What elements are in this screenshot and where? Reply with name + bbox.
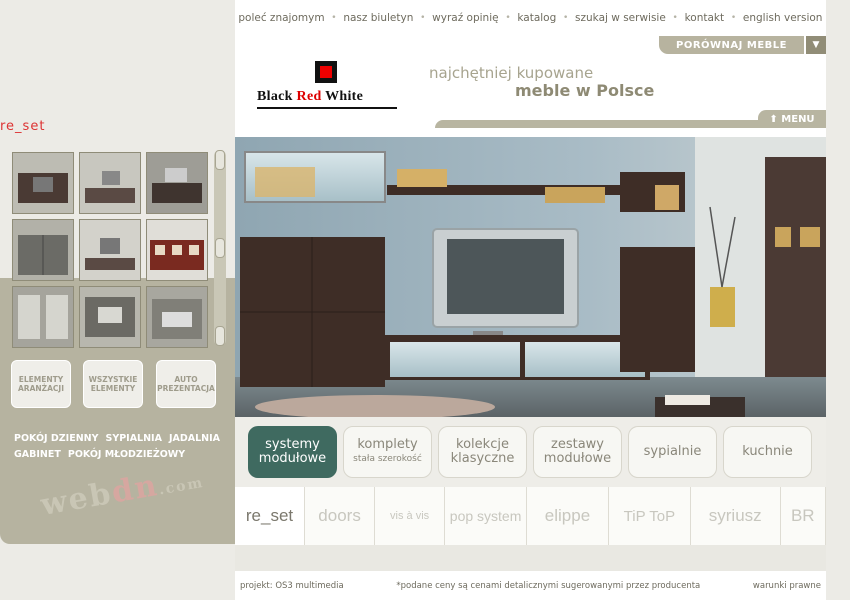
thumbnail[interactable] (146, 152, 208, 214)
room-links: POKÓJ DZIENNY SYPIALNIA JADALNIA GABINET PO… (14, 431, 224, 463)
slogan-line-2: meble w Polsce (515, 81, 655, 100)
nav-separator: • (420, 13, 426, 23)
thumbnail[interactable] (79, 152, 141, 214)
brand-pop-system[interactable]: pop system (445, 487, 528, 545)
nav-recommend[interactable]: poleć znajomym (238, 12, 324, 24)
category-bar: systemy modułowe komplety stała szerokość … (235, 417, 826, 487)
room-dining[interactable]: JADALNIA (169, 433, 220, 444)
thumbnail[interactable] (79, 219, 141, 281)
menu-button[interactable]: ⬆ MENU (758, 110, 826, 128)
collection-title: re_set (0, 119, 46, 134)
room-bedroom[interactable]: SYPIALNIA (105, 433, 161, 444)
footer-legal-link[interactable]: warunki prawne (753, 581, 821, 591)
nav-catalog[interactable]: katalog (517, 12, 556, 24)
scroll-up-handle[interactable] (215, 150, 225, 170)
scroll-thumb[interactable] (215, 238, 225, 258)
brand-br[interactable]: BR (780, 487, 826, 545)
category-classic-collections[interactable]: kolekcje klasyczne (438, 426, 527, 478)
brand-vis-a-vis[interactable]: vis à vis (375, 487, 446, 545)
brand-strip: re_set doors vis à vis pop system elippe… (235, 487, 826, 545)
category-kitchens[interactable]: kuchnie (723, 426, 812, 478)
all-elements-button[interactable]: WSZYSTKIE ELEMENTY (83, 360, 143, 408)
chevron-down-icon[interactable]: ▼ (806, 36, 826, 54)
category-sets[interactable]: komplety stała szerokość (343, 426, 432, 478)
brand-tip-top[interactable]: TiP ToP (608, 487, 691, 545)
compare-furniture-button[interactable]: PORÓWNAJ MEBLE (659, 36, 804, 54)
footer-credits[interactable]: projekt: OS3 multimedia (240, 581, 344, 591)
nav-separator: • (672, 13, 678, 23)
footer: projekt: OS3 multimedia *podane ceny są … (235, 571, 826, 600)
auto-presentation-button[interactable]: AUTO PREZENTACJA (156, 360, 216, 408)
top-navigation: poleć znajomym • nasz biuletyn • wyraź o… (235, 0, 826, 37)
nav-separator: • (730, 13, 737, 23)
brand-reset[interactable]: re_set (235, 487, 306, 545)
logo-mark (315, 61, 337, 83)
nav-newsletter[interactable]: nasz biuletyn (343, 12, 413, 24)
nav-contact[interactable]: kontakt (685, 12, 725, 24)
header: PORÓWNAJ MEBLE ▼ Black Red White najchęt… (235, 36, 826, 137)
category-bedrooms[interactable]: sypialnie (628, 426, 717, 478)
room-youth[interactable]: POKÓJ MŁODZIEŻOWY (68, 449, 185, 460)
hero-image (235, 137, 826, 417)
logo-text: Black Red White (257, 89, 364, 104)
nav-feedback[interactable]: wyraź opinię (432, 12, 498, 24)
room-office[interactable]: GABINET (14, 449, 61, 460)
nav-separator: • (505, 13, 511, 23)
thumbnail-scrollbar[interactable] (214, 150, 226, 346)
thumbnail[interactable] (12, 152, 74, 214)
nav-search[interactable]: szukaj w serwisie (575, 12, 666, 24)
thumbnail[interactable] (79, 286, 141, 348)
category-modular-systems[interactable]: systemy modułowe (248, 426, 337, 478)
category-modular-sets[interactable]: zestawy modułowe (533, 426, 622, 478)
nav-separator: • (563, 13, 569, 23)
nav-english[interactable]: english version (743, 12, 823, 24)
arrangement-elements-button[interactable]: ELEMENTY ARANŻACJI (11, 360, 71, 408)
brand-doors[interactable]: doors (305, 487, 376, 545)
room-living[interactable]: POKÓJ DZIENNY (14, 433, 98, 444)
scroll-down-handle[interactable] (215, 326, 225, 346)
brand-elippe[interactable]: elippe (527, 487, 609, 545)
thumbnail[interactable] (12, 219, 74, 281)
thumbnail[interactable] (146, 286, 208, 348)
thumbnail[interactable] (146, 219, 208, 281)
thumbnail[interactable] (12, 286, 74, 348)
brand-syriusz[interactable]: syriusz (690, 487, 781, 545)
footer-price-note: *podane ceny są cenami detalicznymi suge… (396, 580, 701, 591)
brand-logo[interactable]: Black Red White (257, 59, 397, 109)
nav-separator: • (331, 13, 337, 23)
slogan-line-1: najchętniej kupowane (429, 64, 594, 82)
